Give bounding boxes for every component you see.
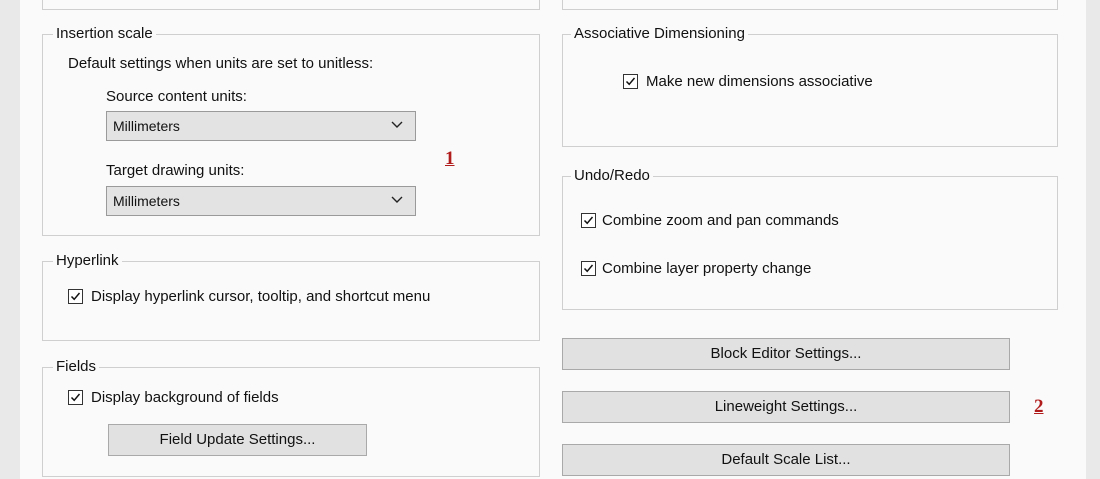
hyperlink-checkbox[interactable] xyxy=(68,289,83,304)
fields-title: Fields xyxy=(53,358,100,376)
fields-background-label: Display background of fields xyxy=(91,389,279,406)
target-units-select[interactable]: Millimeters xyxy=(106,186,416,216)
zoom-pan-checkbox[interactable] xyxy=(581,213,596,228)
hyperlink-title: Hyperlink xyxy=(53,252,122,270)
undo-redo-group xyxy=(562,176,1058,310)
layer-property-label: Combine layer property change xyxy=(602,260,812,277)
top-frame-left xyxy=(42,0,540,10)
top-frame-right xyxy=(562,0,1058,10)
associative-dimensioning-title: Associative Dimensioning xyxy=(571,25,748,43)
check-icon xyxy=(70,292,81,301)
insertion-scale-title: Insertion scale xyxy=(53,25,156,43)
default-scale-list-button[interactable]: Default Scale List... xyxy=(562,444,1010,476)
source-units-select[interactable]: Millimeters xyxy=(106,111,416,141)
fields-group xyxy=(42,367,540,477)
annotation-marker-1: 1 xyxy=(445,148,455,169)
check-icon xyxy=(625,77,636,86)
check-icon xyxy=(70,393,81,402)
field-update-settings-button[interactable]: Field Update Settings... xyxy=(108,424,367,456)
block-editor-settings-button[interactable]: Block Editor Settings... xyxy=(562,338,1010,370)
check-icon xyxy=(583,264,594,273)
zoom-pan-label: Combine zoom and pan commands xyxy=(602,212,839,229)
hyperlink-label: Display hyperlink cursor, tooltip, and s… xyxy=(91,288,431,305)
undo-redo-title: Undo/Redo xyxy=(571,167,653,185)
source-units-value: Millimeters xyxy=(113,118,180,134)
target-units-label: Target drawing units: xyxy=(106,162,245,179)
lineweight-settings-button[interactable]: Lineweight Settings... xyxy=(562,391,1010,423)
options-panel: Insertion scale Default settings when un… xyxy=(20,0,1086,479)
associative-checkbox[interactable] xyxy=(623,74,638,89)
layer-property-checkbox[interactable] xyxy=(581,261,596,276)
check-icon xyxy=(583,216,594,225)
chevron-down-icon xyxy=(391,121,403,128)
source-units-label: Source content units: xyxy=(106,88,247,105)
annotation-marker-2: 2 xyxy=(1034,396,1044,417)
insertion-scale-description: Default settings when units are set to u… xyxy=(68,55,374,72)
chevron-down-icon xyxy=(391,196,403,203)
associative-label: Make new dimensions associative xyxy=(646,73,873,90)
fields-background-checkbox[interactable] xyxy=(68,390,83,405)
target-units-value: Millimeters xyxy=(113,193,180,209)
